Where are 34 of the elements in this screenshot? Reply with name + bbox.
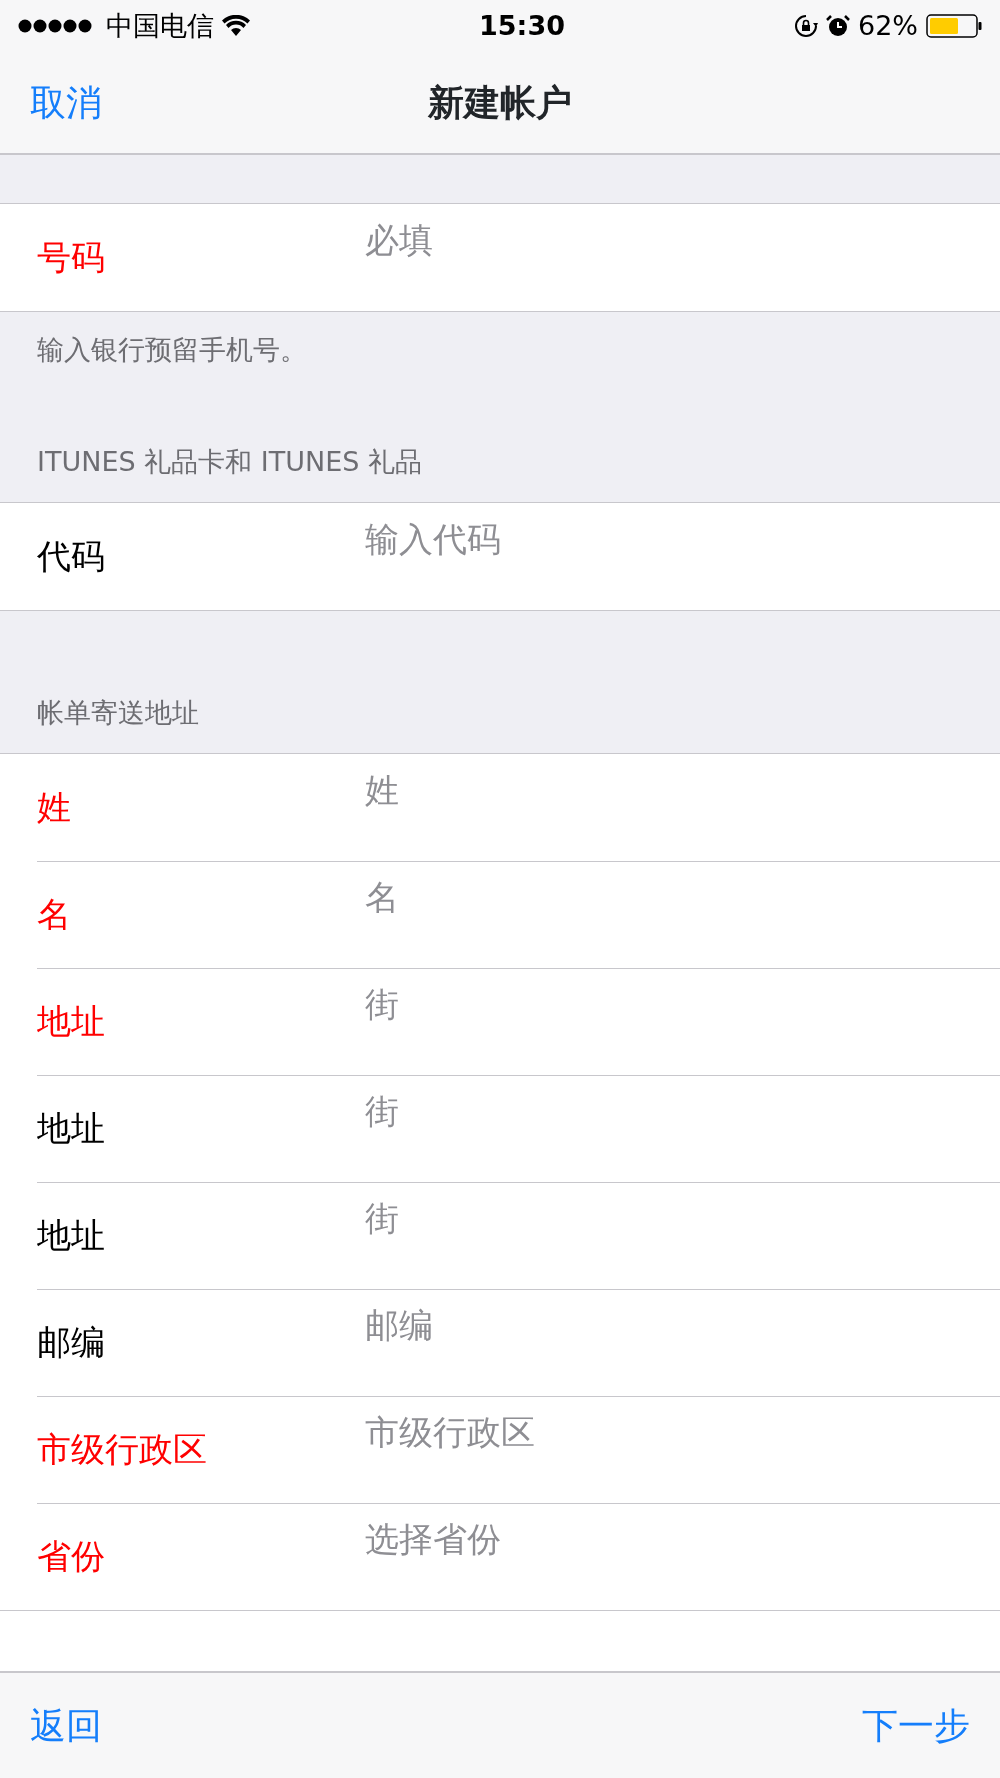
nav-title: 新建帐户 xyxy=(428,80,572,125)
rotation-lock-icon xyxy=(794,14,818,38)
next-button[interactable]: 下一步 xyxy=(862,1698,970,1753)
field-label: 地址 xyxy=(0,1182,365,1289)
input-field[interactable]: 选择省份 xyxy=(365,1503,1000,1610)
input-field[interactable]: 必填 xyxy=(365,204,1000,311)
wifi-icon xyxy=(222,15,250,37)
field-label: 邮编 xyxy=(0,1289,365,1396)
field-label: 代码 xyxy=(0,503,365,610)
field-label: 市级行政区 xyxy=(0,1396,365,1503)
section-footer: 输入银行预留手机号。 xyxy=(37,334,307,365)
battery-percent: 62% xyxy=(858,8,918,43)
input-field[interactable]: 市级行政区 xyxy=(365,1396,1000,1503)
input-field[interactable]: 邮编 xyxy=(365,1289,1000,1396)
field-label: 地址 xyxy=(0,1075,365,1182)
field-label: 号码 xyxy=(0,204,365,311)
input-field[interactable]: 名 xyxy=(365,861,1000,968)
field-label: 省份 xyxy=(0,1503,365,1610)
section-header: ITUNES 礼品卡和 ITUNES 礼品 xyxy=(37,444,422,479)
input-field[interactable]: 街 xyxy=(365,968,1000,1075)
input-field[interactable]: 输入代码 xyxy=(365,503,1000,610)
field-label: 姓 xyxy=(0,754,365,861)
input-field[interactable]: 街 xyxy=(365,1075,1000,1182)
carrier-name: 中国电信 xyxy=(106,8,214,43)
back-button[interactable]: 返回 xyxy=(30,1698,102,1753)
battery-icon xyxy=(926,13,982,39)
section-header: 帐单寄送地址 xyxy=(37,695,199,730)
status-time: 15:30 xyxy=(479,9,565,41)
cancel-button[interactable]: 取消 xyxy=(30,75,102,130)
field-label: 地址 xyxy=(0,968,365,1075)
input-field[interactable]: 街 xyxy=(365,1182,1000,1289)
field-label: 名 xyxy=(0,861,365,968)
input-field[interactable]: 姓 xyxy=(365,754,1000,861)
alarm-icon xyxy=(826,14,850,38)
